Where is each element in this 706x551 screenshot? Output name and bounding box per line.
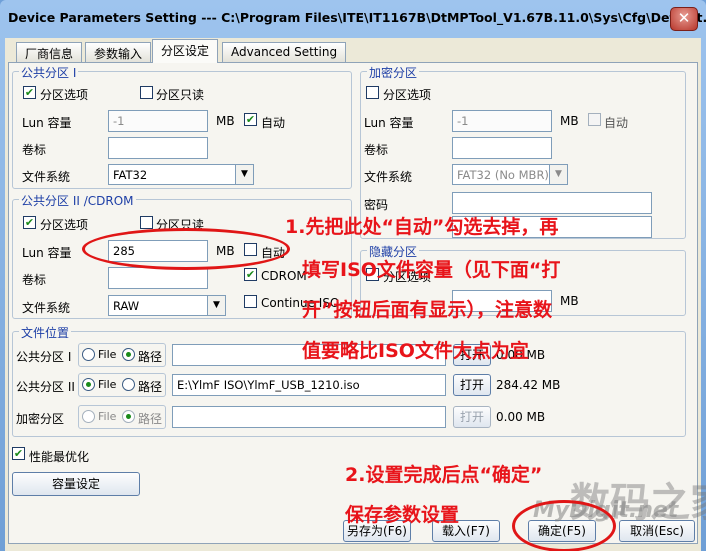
chevron-down-icon[interactable]: ▼ bbox=[235, 165, 253, 184]
cdrom-label: CDROM bbox=[261, 269, 307, 283]
lun-capacity-input[interactable]: -1 bbox=[452, 110, 552, 132]
file-row-label: 加密分区 bbox=[16, 412, 65, 426]
partition-option-label: 分区选项 bbox=[40, 88, 89, 102]
file-radio[interactable] bbox=[82, 410, 95, 423]
partition-option-label: 分区选项 bbox=[383, 88, 432, 102]
file-radio[interactable] bbox=[82, 348, 95, 361]
file-row-label: 公共分区 I bbox=[16, 350, 72, 364]
annotation-note-1: 值要略比ISO文件大点为宜 bbox=[302, 340, 529, 362]
close-icon[interactable]: ✕ bbox=[670, 7, 698, 31]
group-title: 文件位置 bbox=[19, 324, 72, 341]
filesystem-label: 文件系统 bbox=[22, 170, 71, 184]
annotation-circle-lun bbox=[82, 228, 290, 270]
password-input[interactable] bbox=[452, 192, 652, 214]
filesystem-select[interactable]: FAT32 ▼ bbox=[108, 164, 254, 185]
mb-unit: MB bbox=[560, 114, 579, 128]
file-radio-label: File bbox=[98, 410, 117, 423]
auto-label: 自动 bbox=[261, 116, 286, 130]
annotation-note-2: 2.设置完成后点“确定” bbox=[345, 464, 543, 486]
readonly-checkbox[interactable] bbox=[140, 86, 153, 99]
path-radio[interactable] bbox=[122, 378, 135, 391]
annotation-note-1: 1.先把此处“自动”勾选去掉，再 bbox=[285, 216, 559, 238]
volume-input[interactable] bbox=[108, 267, 208, 289]
path-radio[interactable] bbox=[122, 410, 135, 423]
lun-capacity-input[interactable]: -1 bbox=[108, 110, 208, 132]
tab-partition-setting[interactable]: 分区设定 bbox=[152, 39, 219, 63]
annotation-note-1: 开”按钮后面有显示），注意数 bbox=[302, 299, 552, 321]
filesystem-value: RAW bbox=[113, 299, 140, 313]
annotation-note-2: 保存参数设置 bbox=[345, 504, 460, 526]
filesystem-value: FAT32 bbox=[113, 168, 148, 182]
volume-label: 卷标 bbox=[364, 143, 389, 157]
cdrom-checkbox[interactable]: ✔ bbox=[244, 268, 257, 281]
lun-capacity-label: Lun 容量 bbox=[22, 116, 72, 130]
group-title: 公共分区 I bbox=[19, 64, 79, 81]
password-label: 密码 bbox=[364, 198, 389, 212]
filesystem-select[interactable]: FAT32 (No MBR) ▼ bbox=[452, 164, 568, 185]
auto-checkbox[interactable]: ✔ bbox=[244, 113, 257, 126]
partition-option-checkbox[interactable]: ✔ bbox=[23, 86, 36, 99]
volume-label: 卷标 bbox=[22, 143, 47, 157]
file-size: 284.42 MB bbox=[496, 378, 561, 392]
file-path-input[interactable]: E:\YlmF ISO\YlmF_USB_1210.iso bbox=[172, 374, 446, 396]
file-radio[interactable] bbox=[82, 378, 95, 391]
chevron-down-icon[interactable]: ▼ bbox=[549, 165, 567, 184]
annotation-note-1: 填写ISO文件容量（见下面“打 bbox=[302, 259, 561, 281]
volume-input[interactable] bbox=[108, 137, 208, 159]
group-title: 加密分区 bbox=[367, 64, 420, 81]
open-button[interactable]: 打开 bbox=[453, 374, 491, 396]
filesystem-label: 文件系统 bbox=[22, 301, 71, 315]
lun-capacity-label: Lun 容量 bbox=[22, 246, 72, 260]
annotation-circle-ok bbox=[512, 500, 616, 551]
partition-option-checkbox[interactable]: ✔ bbox=[23, 216, 36, 229]
path-radio-label: 路径 bbox=[138, 350, 163, 364]
partition-option-label: 分区选项 bbox=[40, 218, 89, 232]
continue-iso-checkbox[interactable] bbox=[244, 295, 257, 308]
readonly-label: 分区只读 bbox=[156, 88, 205, 102]
lun-capacity-label: Lun 容量 bbox=[364, 116, 414, 130]
auto-checkbox[interactable] bbox=[588, 113, 601, 126]
file-radio-label: File bbox=[98, 348, 117, 361]
tab-advanced-setting[interactable]: Advanced Setting bbox=[222, 42, 347, 62]
optimize-checkbox[interactable]: ✔ bbox=[12, 447, 25, 460]
file-radio-label: File bbox=[98, 378, 117, 391]
mb-unit: MB bbox=[216, 114, 235, 128]
filesystem-select[interactable]: RAW ▼ bbox=[108, 295, 226, 316]
volume-input[interactable] bbox=[452, 137, 552, 159]
path-radio-label: 路径 bbox=[138, 412, 163, 426]
auto-label: 自动 bbox=[604, 116, 629, 130]
file-row-label: 公共分区 II bbox=[16, 380, 75, 394]
optimize-label: 性能最优化 bbox=[29, 450, 90, 464]
file-path-input[interactable] bbox=[172, 406, 446, 428]
tab-parameter-input[interactable]: 参数输入 bbox=[85, 42, 152, 62]
path-radio[interactable] bbox=[122, 348, 135, 361]
open-button[interactable]: 打开 bbox=[453, 406, 491, 428]
capacity-setting-button[interactable]: 容量设定 bbox=[12, 472, 140, 496]
filesystem-value: FAT32 (No MBR) bbox=[457, 168, 549, 182]
chevron-down-icon[interactable]: ▼ bbox=[207, 296, 225, 315]
window-title: Device Parameters Setting --- C:\Program… bbox=[8, 10, 706, 25]
filesystem-label: 文件系统 bbox=[364, 170, 413, 184]
path-radio-label: 路径 bbox=[138, 380, 163, 394]
group-title: 公共分区 II /CDROM bbox=[19, 192, 136, 209]
app-window: Device Parameters Setting --- C:\Program… bbox=[0, 0, 706, 551]
title-bar[interactable]: Device Parameters Setting --- C:\Program… bbox=[0, 0, 706, 36]
mb-unit: MB bbox=[560, 294, 579, 308]
partition-option-checkbox[interactable] bbox=[366, 86, 379, 99]
tab-vendor-info[interactable]: 厂商信息 bbox=[16, 42, 83, 62]
volume-label: 卷标 bbox=[22, 273, 47, 287]
readonly-checkbox[interactable] bbox=[140, 216, 153, 229]
file-size: 0.00 MB bbox=[496, 410, 546, 424]
